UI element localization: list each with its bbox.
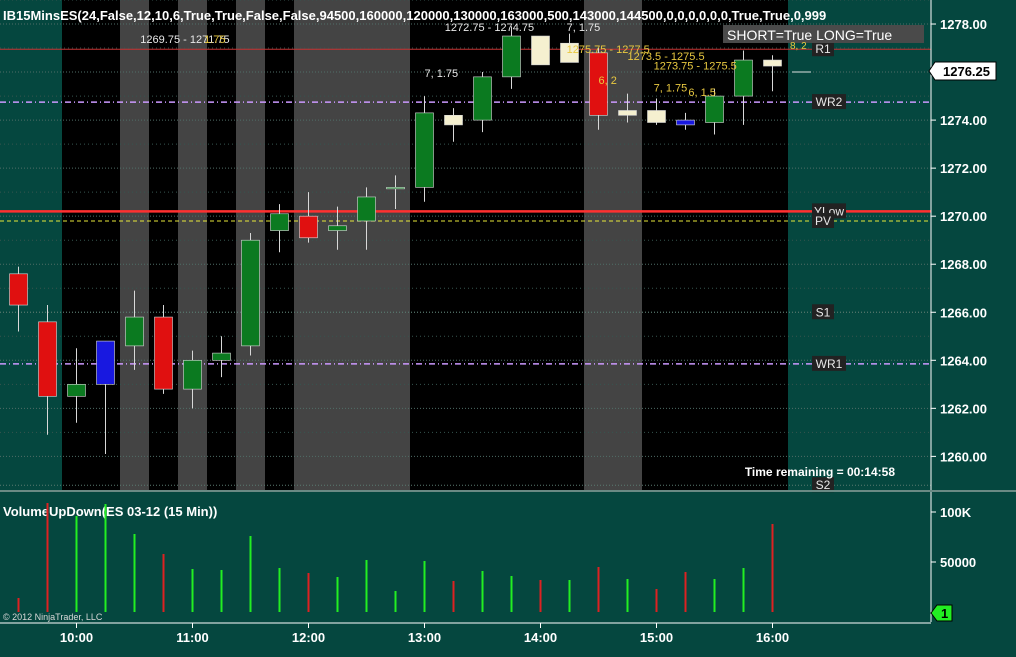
- price-tick-label: 1260.00: [940, 449, 987, 464]
- current-price-label: 1276.25: [943, 64, 990, 79]
- candle-body-21: [618, 110, 637, 116]
- candle-body-8: [241, 239, 260, 347]
- volume-bar-0: [17, 598, 20, 612]
- range-annotation: 1273.75 - 1275.5: [654, 61, 737, 73]
- candle-body-14: [415, 112, 434, 188]
- volume-current-label: 1: [941, 606, 948, 621]
- volume-bar-5: [162, 554, 165, 612]
- price-tick-label: 1266.00: [940, 305, 987, 320]
- range-annotation: 7, 1.75: [567, 22, 601, 34]
- range-annotation: 6, 1.5: [688, 87, 716, 99]
- chart-window[interactable]: R1 WR2 YLow PV S1 WR1 S2 1269.75 - 1271.75 1.75…: [0, 0, 1016, 657]
- volume-tick-label: 100K: [940, 505, 972, 520]
- price-tick-label: 1274.00: [940, 113, 987, 128]
- volume-bar-13: [394, 591, 397, 612]
- volume-bar-8: [249, 536, 252, 612]
- range-annotation: 1272.75 - 1274.75: [445, 22, 534, 34]
- candle-body-15: [444, 114, 463, 126]
- candle-body-18: [531, 35, 550, 66]
- price-tick-label: 1268.00: [940, 257, 987, 272]
- volume-bar-11: [336, 577, 339, 612]
- mode-label: SHORT=True LONG=True: [727, 27, 892, 43]
- volume-bar-14: [423, 561, 426, 612]
- candle-body-22: [647, 110, 666, 123]
- level-label-wr2: WR2: [816, 95, 843, 109]
- candle-body-11: [328, 225, 347, 231]
- time-band-1: [178, 0, 207, 490]
- copyright-text: © 2012 NinjaTrader, LLC: [3, 612, 103, 622]
- volume-tick-label: 50000: [940, 555, 976, 570]
- candle-body-9: [270, 213, 289, 231]
- volume-bar-16: [481, 571, 484, 612]
- price-tick-label: 1262.00: [940, 401, 987, 416]
- time-remaining: Time remaining = 00:14:58: [745, 465, 896, 479]
- candle-body-0: [9, 273, 28, 306]
- candle-body-7: [212, 352, 231, 361]
- volume-bar-23: [684, 572, 687, 612]
- candle-body-12: [357, 196, 376, 222]
- volume-bar-12: [365, 560, 368, 612]
- volume-bar-26: [771, 524, 774, 612]
- volume-bar-21: [626, 579, 629, 612]
- time-tick-label: 11:00: [176, 630, 209, 645]
- volume-bar-2: [75, 516, 78, 612]
- candle-body-13: [386, 187, 405, 190]
- indicator-title: IB15MinsES(24,False,12,10,6,True,True,Fa…: [3, 8, 826, 23]
- volume-bar-7: [220, 570, 223, 612]
- price-tick-label: 1264.00: [940, 353, 987, 368]
- candle-body-26: [763, 59, 782, 67]
- volume-bar-24: [713, 579, 716, 612]
- volume-bar-1: [46, 503, 49, 612]
- price-tick-label: 1278.00: [940, 17, 987, 32]
- candle-body-10: [299, 215, 318, 239]
- volume-bar-19: [568, 580, 571, 612]
- candle-body-3: [96, 340, 115, 385]
- level-label-r1: R1: [815, 42, 831, 56]
- mode-sub-label: 8, 2: [790, 41, 807, 52]
- volume-bar-6: [191, 569, 194, 612]
- price-tick-label: 1270.00: [940, 209, 987, 224]
- volume-bar-3: [104, 504, 107, 612]
- range-annotation: 7, 1.75: [654, 82, 688, 94]
- volume-bar-17: [510, 576, 513, 612]
- time-tick-label: 13:00: [408, 630, 441, 645]
- level-label-wr1: WR1: [816, 357, 843, 371]
- volume-bar-10: [307, 573, 310, 612]
- time-band-3: [294, 0, 410, 490]
- level-label-pv: PV: [815, 214, 831, 228]
- volume-bar-4: [133, 534, 136, 612]
- time-tick-label: 16:00: [756, 630, 789, 645]
- panel-splitter[interactable]: [0, 490, 1016, 492]
- chart-canvas[interactable]: R1WR2YLowPVS1WR1S2 1269.75 - 1271.751.75…: [0, 0, 1016, 657]
- candle-body-1: [38, 321, 57, 397]
- candle-body-5: [154, 316, 173, 390]
- time-band-0: [120, 0, 149, 490]
- time-tick-label: 14:00: [524, 630, 557, 645]
- time-tick-label: 10:00: [60, 630, 93, 645]
- volume-bar-25: [742, 568, 745, 612]
- candle-body-25: [734, 59, 753, 97]
- time-tick-label: 15:00: [640, 630, 673, 645]
- range-annotation: 6, 2: [599, 75, 617, 87]
- candle-body-16: [473, 76, 492, 121]
- volume-bar-22: [655, 589, 658, 612]
- candle-body-17: [502, 35, 521, 78]
- level-label-s1: S1: [816, 305, 831, 319]
- range-annotation: 7, 1.75: [425, 68, 459, 80]
- price-tick-label: 1272.00: [940, 161, 987, 176]
- volume-bar-15: [452, 581, 455, 612]
- volume-bar-9: [278, 568, 281, 612]
- volume-panel-title: VolumeUpDown(ES 03-12 (15 Min)): [3, 504, 217, 519]
- candle-body-23: [676, 119, 695, 126]
- candle-body-2: [67, 384, 86, 397]
- time-tick-label: 12:00: [292, 630, 325, 645]
- range-annotation: 1.75: [204, 34, 225, 46]
- volume-bar-18: [539, 580, 542, 612]
- volume-bar-20: [597, 567, 600, 612]
- candle-body-24: [705, 95, 724, 123]
- candle-body-6: [183, 359, 202, 390]
- candle-body-4: [125, 316, 144, 347]
